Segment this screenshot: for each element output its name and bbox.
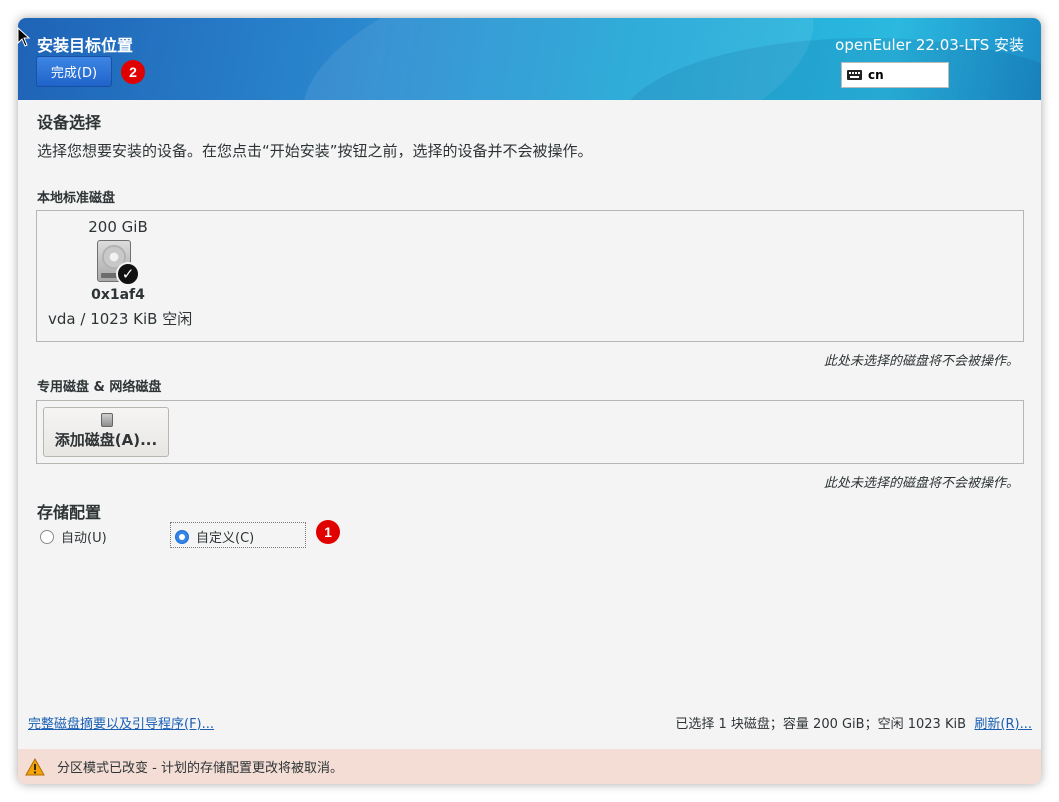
radio-automatic[interactable]: 自动(U) <box>40 527 107 546</box>
disk-tile[interactable]: 200 GiB ✓ 0x1af4 vda / 1023 KiB 空闲 <box>48 216 192 329</box>
local-disks-frame: 200 GiB ✓ 0x1af4 vda / 1023 KiB 空闲 <box>36 210 1024 342</box>
device-selection-description: 选择您想要安装的设备。在您点击“开始安装”按钮之前，选择的设备并不会被操作。 <box>37 142 593 160</box>
selected-check-icon: ✓ <box>116 262 140 286</box>
disk-detail: vda / 1023 KiB 空闲 <box>48 308 192 329</box>
warning-icon <box>25 757 45 775</box>
disk-device: vda <box>48 310 76 328</box>
disk-separator: / <box>80 310 86 328</box>
special-disks-note: 此处未选择的磁盘将不会被操作。 <box>823 476 1019 491</box>
radio-automatic-label: 自动(U) <box>61 531 107 546</box>
keyboard-layout-indicator[interactable]: cn <box>841 62 949 88</box>
special-disks-frame: 添加磁盘(A)... <box>36 400 1024 464</box>
local-disks-title: 本地标准磁盘 <box>37 191 116 206</box>
device-selection-title: 设备选择 <box>37 113 102 132</box>
local-disks-note: 此处未选择的磁盘将不会被操作。 <box>823 354 1019 369</box>
installer-window: 安装目标位置 完成(D) 2 openEuler 22.03-LTS 安装 cn… <box>18 18 1041 784</box>
selection-status: 已选择 1 块磁盘；容量 200 GiB；空闲 1023 KiB <box>675 717 966 732</box>
disk-summary-link[interactable]: 完整磁盘摘要以及引导程序(F)... <box>28 713 214 732</box>
warning-bar[interactable]: 分区模式已改变 - 计划的存储配置更改将被取消。 <box>18 749 1041 784</box>
spoke-title: 安装目标位置 <box>37 36 134 55</box>
product-title: openEuler 22.03-LTS 安装 <box>835 36 1024 54</box>
special-disks-title: 专用磁盘 & 网络磁盘 <box>37 380 162 395</box>
harddisk-icon: ✓ <box>97 240 140 286</box>
storage-config-title: 存储配置 <box>37 503 102 522</box>
keyboard-icon <box>847 70 862 80</box>
keyboard-layout-label: cn <box>868 68 884 82</box>
header-banner: 安装目标位置 完成(D) 2 openEuler 22.03-LTS 安装 cn <box>18 18 1041 100</box>
add-disk-button[interactable]: 添加磁盘(A)... <box>43 407 169 457</box>
disk-size: 200 GiB <box>88 218 148 236</box>
annotation-badge-2: 2 <box>121 60 145 84</box>
disk-free: 1023 KiB 空闲 <box>90 310 193 328</box>
warning-text: 分区模式已改变 - 计划的存储配置更改将被取消。 <box>57 761 343 776</box>
annotation-badge-1: 1 <box>316 520 340 544</box>
radio-custom-indicator[interactable] <box>175 529 189 544</box>
disk-name: 0x1af4 <box>91 287 145 303</box>
mouse-cursor-icon <box>17 27 31 47</box>
refresh-link[interactable]: 刷新(R)... <box>974 713 1032 732</box>
radio-automatic-indicator[interactable] <box>40 529 54 544</box>
radio-custom[interactable]: 自定义(C) <box>175 527 254 546</box>
radio-custom-label: 自定义(C) <box>196 531 255 546</box>
done-button[interactable]: 完成(D) <box>36 56 112 87</box>
disk-add-icon <box>101 413 113 427</box>
add-disk-label: 添加磁盘(A)... <box>54 431 158 449</box>
